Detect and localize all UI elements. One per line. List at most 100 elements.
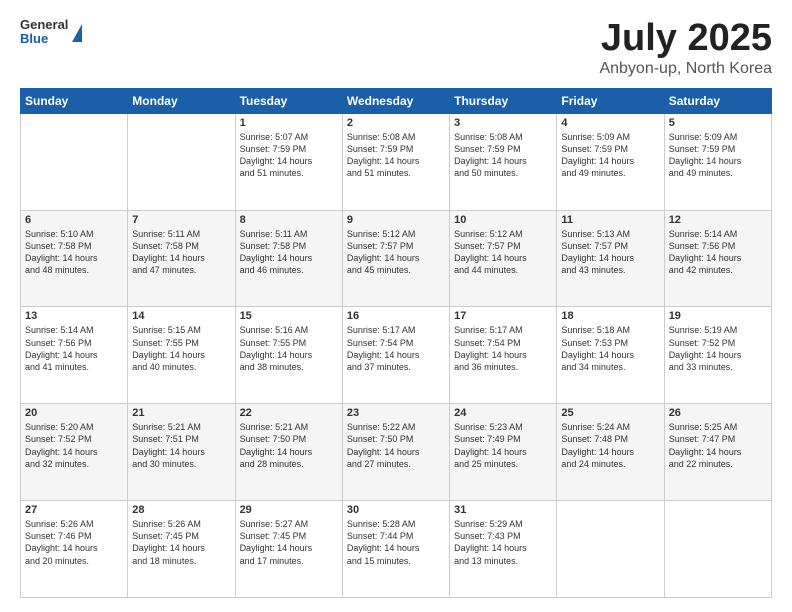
- day-number: 19: [669, 310, 767, 322]
- header-sunday: Sunday: [21, 88, 128, 113]
- day-info: Sunrise: 5:20 AM Sunset: 7:52 PM Dayligh…: [25, 421, 123, 470]
- day-number: 4: [561, 117, 659, 129]
- table-row: 14 Sunrise: 5:15 AM Sunset: 7:55 PM Dayli…: [128, 307, 235, 404]
- logo-general: General: [20, 18, 68, 32]
- table-row: 23Sunrise: 5:22 AM Sunset: 7:50 PM Dayli…: [342, 404, 449, 501]
- day-info: Sunrise: 5:23 AM Sunset: 7:49 PM Dayligh…: [454, 421, 552, 470]
- day-number: 5: [669, 117, 767, 129]
- day-number: 13: [25, 310, 123, 322]
- day-number: 3: [454, 117, 552, 129]
- calendar-week-row: 6 Sunrise: 5:10 AM Sunset: 7:58 PM Daylig…: [21, 210, 772, 307]
- day-info: Sunrise: 5:08 AM Sunset: 7:59 PM Dayligh…: [347, 131, 445, 180]
- logo-blue: Blue: [20, 32, 68, 46]
- day-info: Sunrise: 5:12 AM Sunset: 7:57 PM Dayligh…: [347, 228, 445, 277]
- day-number: 29: [240, 504, 338, 516]
- day-number: 31: [454, 504, 552, 516]
- day-info: Sunrise: 5:09 AM Sunset: 7:59 PM Dayligh…: [561, 131, 659, 180]
- day-info: Sunrise: 5:17 AM Sunset: 7:54 PM Dayligh…: [454, 324, 552, 373]
- table-row: 5 Sunrise: 5:09 AM Sunset: 7:59 PM Daylig…: [664, 113, 771, 210]
- header: General Blue July 2025 Anbyon-up, North …: [20, 18, 772, 78]
- day-number: 1: [240, 117, 338, 129]
- calendar-table: Sunday Monday Tuesday Wednesday Thursday…: [20, 88, 772, 598]
- day-number: 2: [347, 117, 445, 129]
- table-row: 19 Sunrise: 5:19 AM Sunset: 7:52 PM Dayli…: [664, 307, 771, 404]
- day-info: Sunrise: 5:09 AM Sunset: 7:59 PM Dayligh…: [669, 131, 767, 180]
- day-number: 6: [25, 214, 123, 226]
- calendar-week-row: 13 Sunrise: 5:14 AM Sunset: 7:56 PM Dayli…: [21, 307, 772, 404]
- table-row: 25Sunrise: 5:24 AM Sunset: 7:48 PM Dayli…: [557, 404, 664, 501]
- day-info: Sunrise: 5:16 AM Sunset: 7:55 PM Dayligh…: [240, 324, 338, 373]
- day-info: Sunrise: 5:10 AM Sunset: 7:58 PM Dayligh…: [25, 228, 123, 277]
- header-saturday: Saturday: [664, 88, 771, 113]
- day-number: 26: [669, 407, 767, 419]
- table-row: 16 Sunrise: 5:17 AM Sunset: 7:54 PM Dayli…: [342, 307, 449, 404]
- day-info: Sunrise: 5:07 AM Sunset: 7:59 PM Dayligh…: [240, 131, 338, 180]
- day-info: Sunrise: 5:24 AM Sunset: 7:48 PM Dayligh…: [561, 421, 659, 470]
- table-row: 27 Sunrise: 5:26 AM Sunset: 7:46 PM Dayli…: [21, 501, 128, 598]
- header-friday: Friday: [557, 88, 664, 113]
- day-number: 27: [25, 504, 123, 516]
- day-info: Sunrise: 5:08 AM Sunset: 7:59 PM Dayligh…: [454, 131, 552, 180]
- day-number: 12: [669, 214, 767, 226]
- table-row: 6 Sunrise: 5:10 AM Sunset: 7:58 PM Daylig…: [21, 210, 128, 307]
- day-number: 28: [132, 504, 230, 516]
- day-info: Sunrise: 5:19 AM Sunset: 7:52 PM Dayligh…: [669, 324, 767, 373]
- header-thursday: Thursday: [450, 88, 557, 113]
- calendar-subtitle: Anbyon-up, North Korea: [599, 60, 772, 78]
- table-row: 8Sunrise: 5:11 AM Sunset: 7:58 PM Daylig…: [235, 210, 342, 307]
- day-info: Sunrise: 5:27 AM Sunset: 7:45 PM Dayligh…: [240, 518, 338, 567]
- calendar-header-row: Sunday Monday Tuesday Wednesday Thursday…: [21, 88, 772, 113]
- table-row: 17Sunrise: 5:17 AM Sunset: 7:54 PM Dayli…: [450, 307, 557, 404]
- day-number: 24: [454, 407, 552, 419]
- table-row: 30 Sunrise: 5:28 AM Sunset: 7:44 PM Dayli…: [342, 501, 449, 598]
- day-number: 21: [132, 407, 230, 419]
- table-row: 18 Sunrise: 5:18 AM Sunset: 7:53 PM Dayli…: [557, 307, 664, 404]
- day-info: Sunrise: 5:26 AM Sunset: 7:46 PM Dayligh…: [25, 518, 123, 567]
- table-row: 10 Sunrise: 5:12 AM Sunset: 7:57 PM Dayli…: [450, 210, 557, 307]
- logo-triangle-icon: [72, 24, 82, 42]
- table-row: 11 Sunrise: 5:13 AM Sunset: 7:57 PM Dayli…: [557, 210, 664, 307]
- table-row: 15Sunrise: 5:16 AM Sunset: 7:55 PM Dayli…: [235, 307, 342, 404]
- day-number: 16: [347, 310, 445, 322]
- calendar-week-row: 27 Sunrise: 5:26 AM Sunset: 7:46 PM Dayli…: [21, 501, 772, 598]
- day-info: Sunrise: 5:29 AM Sunset: 7:43 PM Dayligh…: [454, 518, 552, 567]
- day-number: 14: [132, 310, 230, 322]
- day-number: 30: [347, 504, 445, 516]
- day-number: 10: [454, 214, 552, 226]
- table-row: 4 Sunrise: 5:09 AM Sunset: 7:59 PM Daylig…: [557, 113, 664, 210]
- day-info: Sunrise: 5:28 AM Sunset: 7:44 PM Dayligh…: [347, 518, 445, 567]
- day-number: 18: [561, 310, 659, 322]
- title-block: July 2025 Anbyon-up, North Korea: [599, 18, 772, 78]
- table-row: [128, 113, 235, 210]
- table-row: 28Sunrise: 5:26 AM Sunset: 7:45 PM Dayli…: [128, 501, 235, 598]
- header-wednesday: Wednesday: [342, 88, 449, 113]
- day-number: 7: [132, 214, 230, 226]
- day-number: 22: [240, 407, 338, 419]
- day-info: Sunrise: 5:13 AM Sunset: 7:57 PM Dayligh…: [561, 228, 659, 277]
- day-info: Sunrise: 5:11 AM Sunset: 7:58 PM Dayligh…: [132, 228, 230, 277]
- day-info: Sunrise: 5:21 AM Sunset: 7:51 PM Dayligh…: [132, 421, 230, 470]
- day-info: Sunrise: 5:14 AM Sunset: 7:56 PM Dayligh…: [25, 324, 123, 373]
- table-row: 2 Sunrise: 5:08 AM Sunset: 7:59 PM Daylig…: [342, 113, 449, 210]
- day-info: Sunrise: 5:15 AM Sunset: 7:55 PM Dayligh…: [132, 324, 230, 373]
- table-row: 21 Sunrise: 5:21 AM Sunset: 7:51 PM Dayli…: [128, 404, 235, 501]
- day-number: 11: [561, 214, 659, 226]
- table-row: 22 Sunrise: 5:21 AM Sunset: 7:50 PM Dayli…: [235, 404, 342, 501]
- day-info: Sunrise: 5:18 AM Sunset: 7:53 PM Dayligh…: [561, 324, 659, 373]
- table-row: 9Sunrise: 5:12 AM Sunset: 7:57 PM Daylig…: [342, 210, 449, 307]
- table-row: 20 Sunrise: 5:20 AM Sunset: 7:52 PM Dayli…: [21, 404, 128, 501]
- table-row: 24 Sunrise: 5:23 AM Sunset: 7:49 PM Dayli…: [450, 404, 557, 501]
- calendar-title: July 2025: [599, 18, 772, 60]
- table-row: 13 Sunrise: 5:14 AM Sunset: 7:56 PM Dayli…: [21, 307, 128, 404]
- day-info: Sunrise: 5:14 AM Sunset: 7:56 PM Dayligh…: [669, 228, 767, 277]
- logo: General Blue: [20, 18, 82, 47]
- day-info: Sunrise: 5:17 AM Sunset: 7:54 PM Dayligh…: [347, 324, 445, 373]
- day-info: Sunrise: 5:21 AM Sunset: 7:50 PM Dayligh…: [240, 421, 338, 470]
- day-info: Sunrise: 5:22 AM Sunset: 7:50 PM Dayligh…: [347, 421, 445, 470]
- table-row: 1 Sunrise: 5:07 AM Sunset: 7:59 PM Daylig…: [235, 113, 342, 210]
- table-row: 31 Sunrise: 5:29 AM Sunset: 7:43 PM Dayli…: [450, 501, 557, 598]
- table-row: [21, 113, 128, 210]
- day-number: 20: [25, 407, 123, 419]
- day-info: Sunrise: 5:12 AM Sunset: 7:57 PM Dayligh…: [454, 228, 552, 277]
- table-row: [557, 501, 664, 598]
